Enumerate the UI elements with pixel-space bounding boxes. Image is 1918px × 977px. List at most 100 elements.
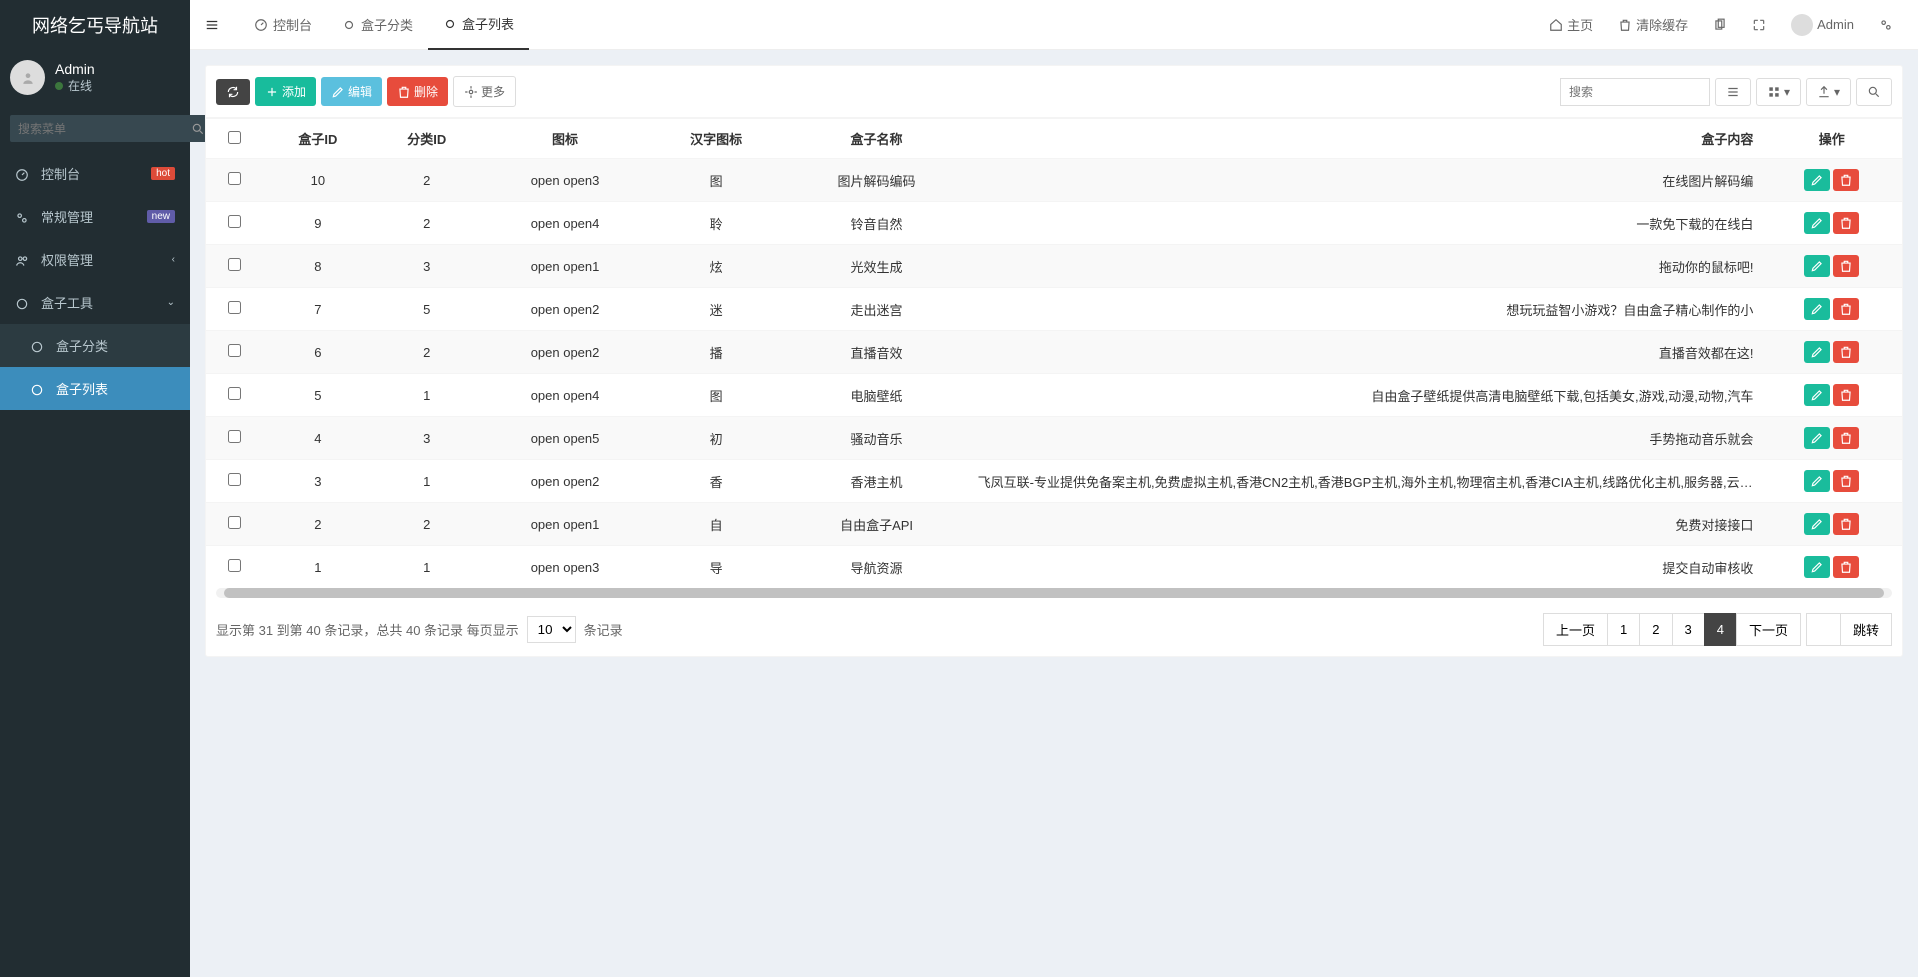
column-header[interactable]: 操作 [1761,119,1902,159]
row-edit-button[interactable] [1804,470,1830,492]
row-checkbox[interactable] [228,215,241,228]
refresh-button[interactable] [216,79,250,105]
row-delete-button[interactable] [1833,298,1859,320]
row-delete-button[interactable] [1833,513,1859,535]
sidebar-item-权限管理[interactable]: 权限管理‹ [0,238,190,281]
row-checkbox[interactable] [228,430,241,443]
search-button[interactable] [1856,78,1892,106]
row-checkbox[interactable] [228,344,241,357]
table-row: 75open open2迷走出迷宫想玩玩益智小游戏？自由盒子精心制作的小 [206,288,1902,331]
grid-view-button[interactable]: ▾ [1756,78,1801,106]
export-button[interactable]: ▾ [1806,78,1851,106]
row-edit-button[interactable] [1804,255,1830,277]
page-button[interactable]: 1 [1607,613,1640,646]
row-checkbox[interactable] [228,516,241,529]
row-edit-button[interactable] [1804,427,1830,449]
page-button[interactable]: 4 [1704,613,1737,646]
list-view-button[interactable] [1715,78,1751,106]
column-header[interactable]: 盒子内容 [970,119,1762,159]
page-size-select[interactable]: 10 [527,616,576,643]
trash-icon [1839,560,1853,574]
fullscreen-button[interactable] [1742,12,1776,38]
row-delete-button[interactable] [1833,556,1859,578]
breadcrumb-item[interactable]: 控制台 [239,0,327,49]
page-button[interactable]: 2 [1639,613,1672,646]
clear-cache-button[interactable]: 清除缓存 [1608,9,1698,40]
cell-cat: 3 [372,245,481,288]
more-button[interactable]: 更多 [453,76,516,107]
jump-button[interactable]: 跳转 [1840,613,1892,646]
cogs-icon [15,209,33,225]
search-input[interactable] [1560,78,1710,106]
row-checkbox[interactable] [228,387,241,400]
column-header[interactable] [206,119,263,159]
row-edit-button[interactable] [1804,513,1830,535]
home-link[interactable]: 主页 [1539,9,1603,40]
row-delete-button[interactable] [1833,169,1859,191]
copy-button[interactable] [1703,12,1737,38]
sidebar-item-label: 盒子列表 [56,379,175,398]
row-edit-button[interactable] [1804,341,1830,363]
row-checkbox[interactable] [228,559,241,572]
pencil-icon [1810,173,1824,187]
next-page-button[interactable]: 下一页 [1736,613,1801,646]
column-header[interactable]: 汉字图标 [649,119,784,159]
cell-icon: open open4 [481,374,649,417]
breadcrumb-item[interactable]: 盒子列表 [428,0,529,50]
column-header[interactable]: 图标 [481,119,649,159]
column-header[interactable]: 盒子名称 [784,119,970,159]
row-edit-button[interactable] [1804,298,1830,320]
row-edit-button[interactable] [1804,556,1830,578]
sidebar-subitem-盒子分类[interactable]: 盒子分类 [0,324,190,367]
column-header[interactable]: 盒子ID [263,119,372,159]
cell-content: 在线图片解码编 [970,159,1762,202]
cell-cat: 1 [372,374,481,417]
cell-cn: 初 [649,417,784,460]
plus-icon [265,85,279,99]
cell-cn: 聆 [649,202,784,245]
row-delete-button[interactable] [1833,212,1859,234]
edit-button[interactable]: 编辑 [321,77,382,106]
row-checkbox[interactable] [228,172,241,185]
horizontal-scrollbar[interactable] [216,588,1892,598]
menu-toggle-icon[interactable] [205,17,219,33]
cell-cn: 炫 [649,245,784,288]
prev-page-button[interactable]: 上一页 [1543,613,1608,646]
row-checkbox[interactable] [228,258,241,271]
sidebar-item-盒子工具[interactable]: 盒子工具⌄ [0,281,190,324]
cell-cat: 1 [372,460,481,503]
row-delete-button[interactable] [1833,384,1859,406]
sidebar-search-input[interactable] [10,115,181,142]
row-delete-button[interactable] [1833,427,1859,449]
user-menu[interactable]: Admin [1781,8,1864,42]
cell-content: 手势拖动音乐就会 [970,417,1762,460]
row-checkbox[interactable] [228,473,241,486]
data-table: 盒子ID分类ID图标汉字图标盒子名称盒子内容操作 102open open3图图… [206,118,1902,588]
sidebar-item-控制台[interactable]: 控制台hot [0,152,190,195]
cell-icon: open open4 [481,202,649,245]
select-all-checkbox[interactable] [228,131,241,144]
sidebar-subitem-盒子列表[interactable]: 盒子列表 [0,367,190,410]
sidebar-item-label: 盒子工具 [41,293,167,312]
page-button[interactable]: 3 [1672,613,1705,646]
add-button[interactable]: 添加 [255,77,316,106]
trash-icon [1839,517,1853,531]
row-edit-button[interactable] [1804,212,1830,234]
cell-icon: open open1 [481,503,649,546]
cell-cat: 2 [372,503,481,546]
page-input[interactable] [1806,613,1841,646]
row-edit-button[interactable] [1804,384,1830,406]
row-delete-button[interactable] [1833,470,1859,492]
breadcrumb-item[interactable]: 盒子分类 [327,0,428,49]
row-checkbox[interactable] [228,301,241,314]
cell-id: 5 [263,374,372,417]
row-delete-button[interactable] [1833,255,1859,277]
settings-button[interactable] [1869,12,1903,38]
trash-icon [1839,431,1853,445]
row-edit-button[interactable] [1804,169,1830,191]
delete-button[interactable]: 删除 [387,77,448,106]
cell-id: 4 [263,417,372,460]
row-delete-button[interactable] [1833,341,1859,363]
sidebar-item-常规管理[interactable]: 常规管理new [0,195,190,238]
column-header[interactable]: 分类ID [372,119,481,159]
